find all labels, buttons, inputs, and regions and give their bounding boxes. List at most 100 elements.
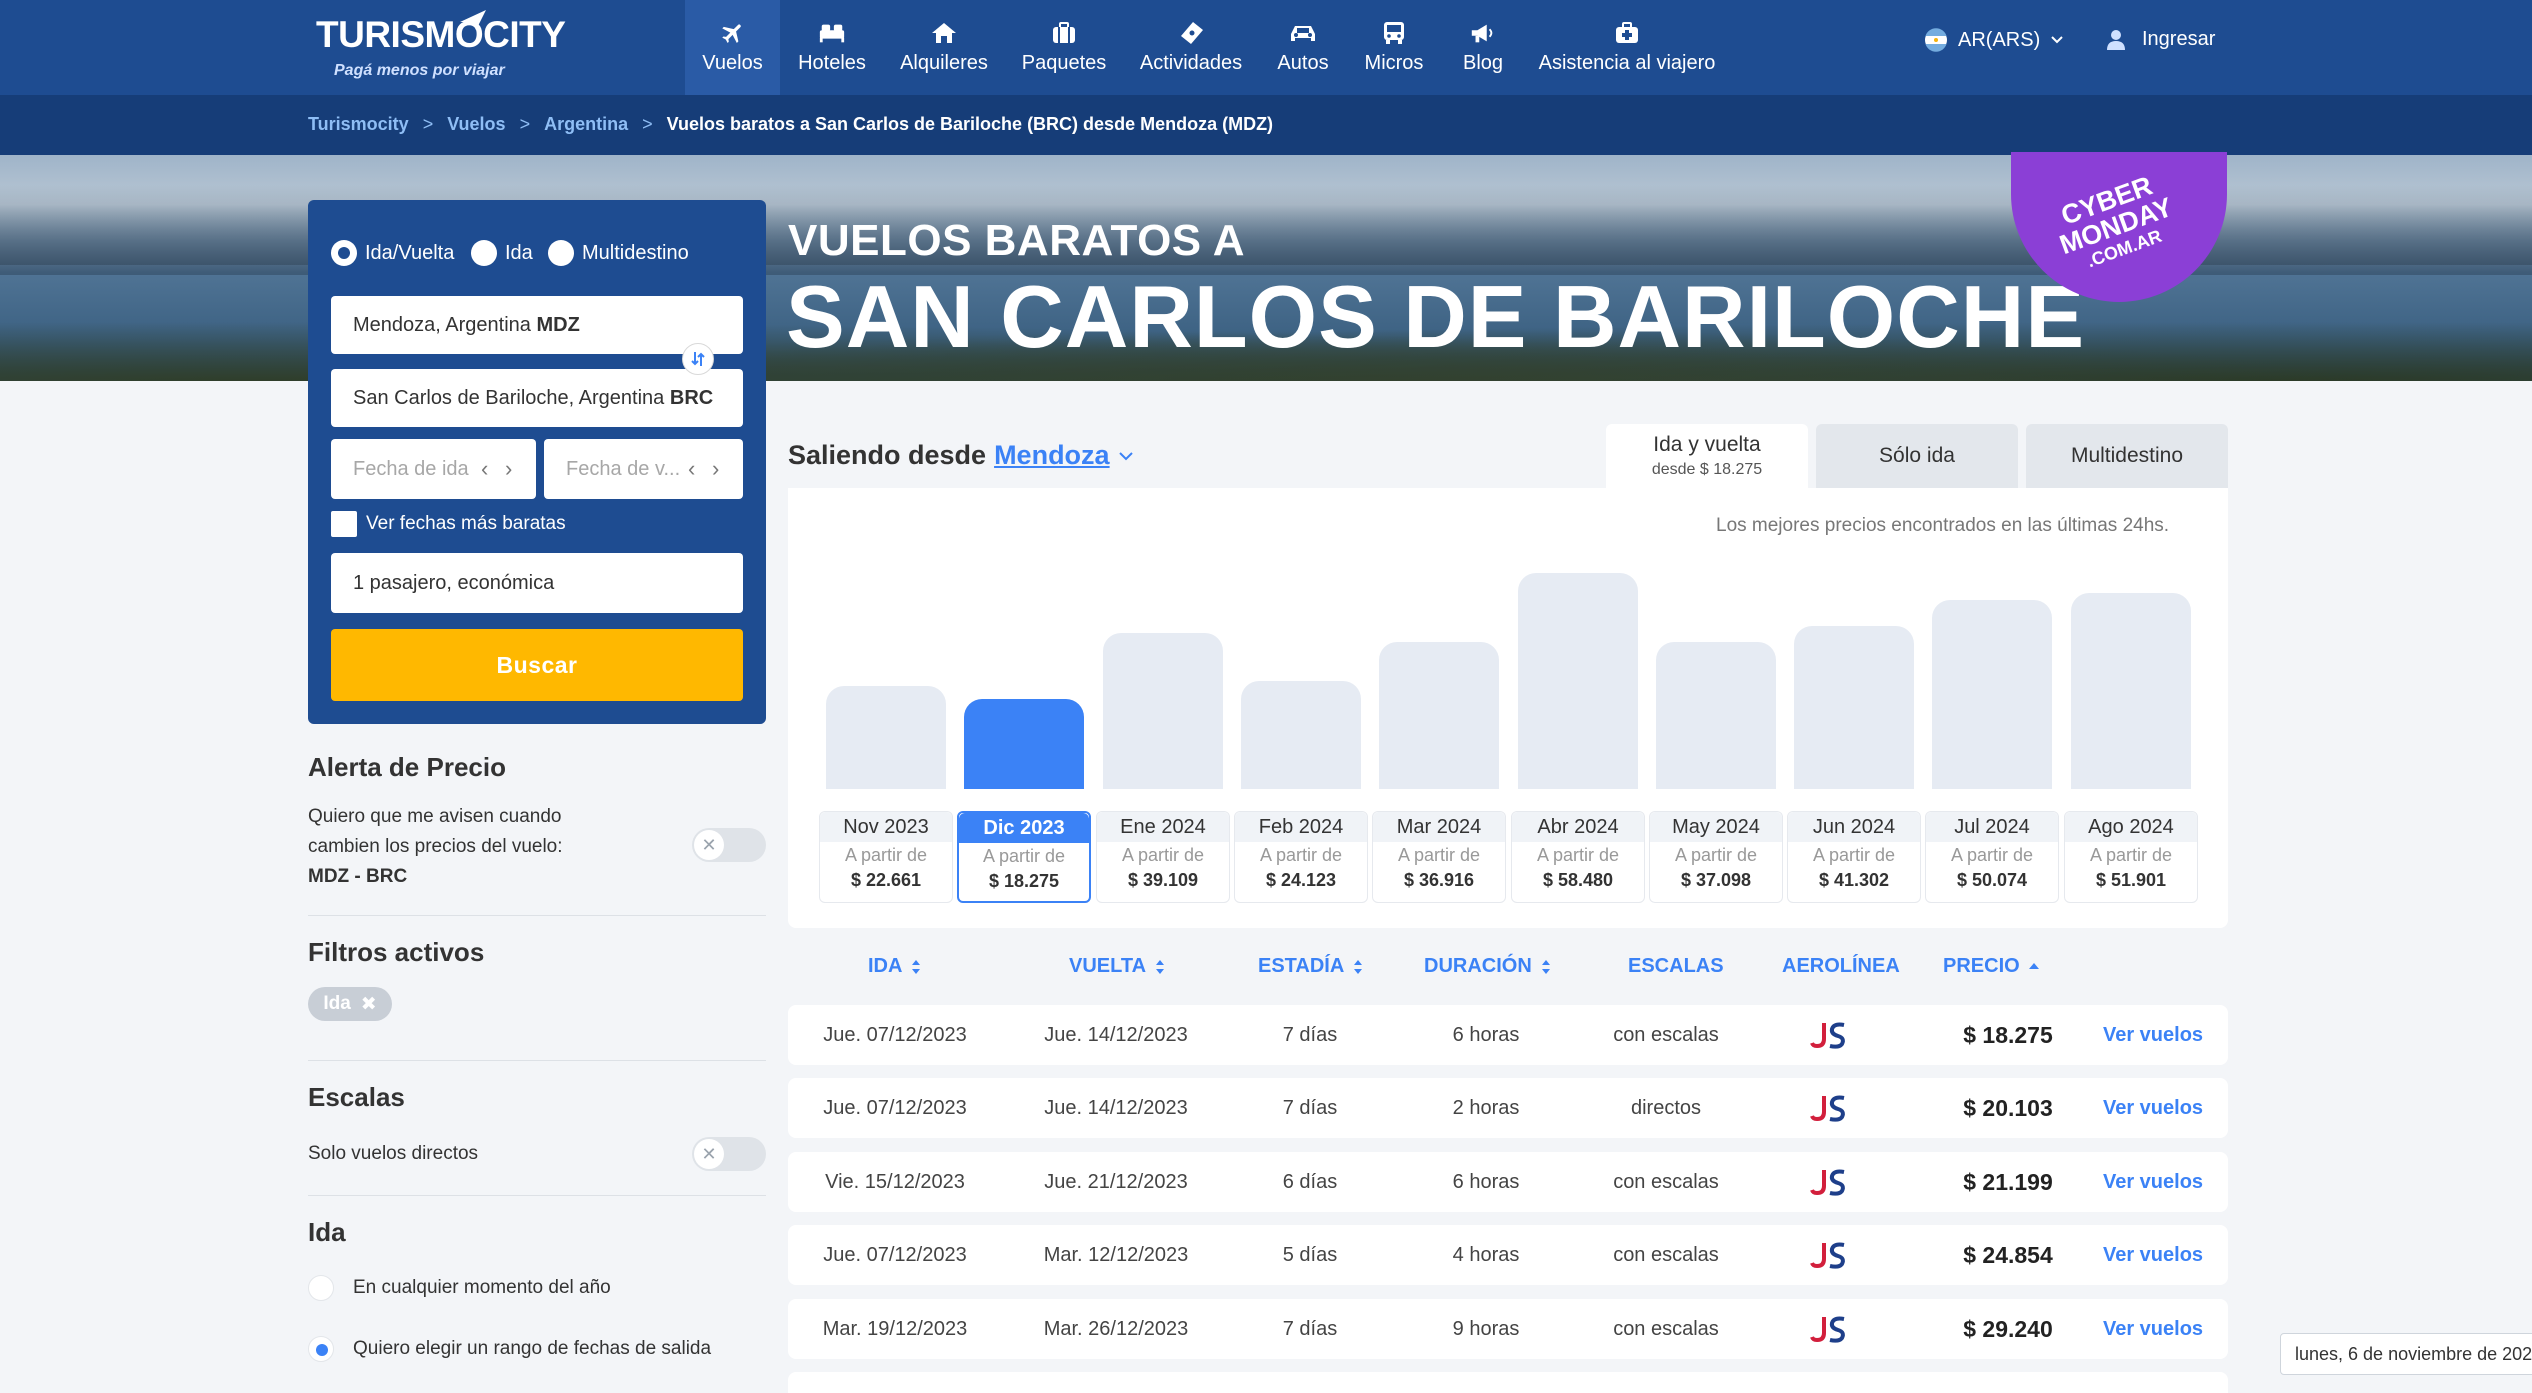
breadcrumb-separator: > (642, 114, 653, 134)
medical-kit-icon (1613, 20, 1641, 46)
col-duracion[interactable]: DURACIÓN (1424, 955, 1552, 978)
col-aerolinea[interactable]: AEROLÍNEA (1782, 955, 1900, 978)
ida-range-radio[interactable] (308, 1336, 334, 1362)
trip-type-roundtrip[interactable]: Ida/Vuelta (331, 240, 454, 266)
trip-type-multi[interactable]: Multidestino (548, 240, 689, 266)
from-label: A partir de (1259, 845, 1343, 865)
close-icon[interactable]: ✖ (361, 993, 377, 1016)
result-row[interactable]: Mar. 19/12/2023 Mar. 26/12/2023 7 días 9 ho… (788, 1299, 2228, 1359)
nav-micros[interactable]: Micros (1358, 0, 1430, 95)
cheap-dates-checkbox[interactable] (331, 511, 357, 537)
turismocity-logo[interactable]: TURISMOCITY Pagá menos por viajar (316, 10, 566, 82)
price-bar[interactable] (2071, 593, 2191, 789)
destination-field[interactable]: San Carlos de Bariloche, Argentina BRC (331, 369, 743, 427)
plane-icon (719, 20, 747, 46)
month-tile[interactable]: Abr 2024 A partir de $ 58.480 (1511, 811, 1645, 903)
month-label: Mar 2024 (1373, 812, 1505, 842)
date-back-field[interactable]: Fecha de v... ‹ › (544, 439, 743, 499)
price-bar[interactable] (1241, 681, 1361, 789)
ver-vuelos-link[interactable]: Ver vuelos (2088, 1225, 2218, 1285)
ida-any-radio[interactable] (308, 1275, 334, 1301)
leaving-city-dropdown[interactable]: Mendoza (994, 440, 1110, 471)
date-out-field[interactable]: Fecha de ida ‹ › (331, 439, 536, 499)
ver-vuelos-link[interactable]: Ver vuelos (2088, 1005, 2218, 1065)
chevron-left-icon[interactable]: ‹ (481, 439, 488, 499)
result-row[interactable]: Jue. 07/12/2023 Jue. 14/12/2023 7 días 6 ho… (788, 1005, 2228, 1065)
radio-label: Ida (505, 241, 533, 264)
search-button[interactable]: Buscar (331, 629, 743, 701)
breadcrumb-link-turismocity[interactable]: Turismocity (308, 114, 409, 135)
price-bar[interactable] (1379, 642, 1499, 789)
nav-actividades[interactable]: Actividades (1132, 0, 1250, 95)
ver-vuelos-link[interactable]: Ver vuelos (2088, 1078, 2218, 1138)
cell-escalas: con escalas (1613, 1024, 1719, 1046)
price-alert-route: MDZ - BRC (308, 866, 408, 887)
nav-autos[interactable]: Autos (1268, 0, 1338, 95)
col-escalas[interactable]: ESCALAS (1628, 955, 1724, 978)
passengers-field[interactable]: 1 pasajero, económica (331, 553, 743, 613)
price-bar[interactable] (964, 699, 1084, 789)
month-label: Ago 2024 (2065, 812, 2197, 842)
currency-selector[interactable]: AR(ARS) (1924, 28, 2064, 52)
direct-flights-toggle[interactable]: ✕ (692, 1137, 766, 1171)
origin-field[interactable]: Mendoza, Argentina MDZ (331, 296, 743, 354)
month-price: $ 58.480 (1542, 870, 1614, 890)
trip-type-oneway[interactable]: Ida (471, 240, 533, 266)
result-row[interactable] (788, 1372, 2228, 1393)
col-precio[interactable]: PRECIO (1943, 955, 2040, 978)
col-vuelta[interactable]: VUELTA (1069, 955, 1166, 978)
date-tooltip: lunes, 6 de noviembre de 2023 (2280, 1333, 2532, 1375)
cell-vuelta: Mar. 26/12/2023 (1043, 1318, 1189, 1340)
month-tile[interactable]: Mar 2024 A partir de $ 36.916 (1372, 811, 1506, 903)
price-alert-toggle[interactable]: ✕ (692, 828, 766, 862)
nav-blog[interactable]: Blog (1446, 0, 1520, 95)
chevron-right-icon[interactable]: › (505, 439, 512, 499)
price-bar[interactable] (1932, 600, 2052, 789)
ver-vuelos-link[interactable]: Ver vuelos (2088, 1152, 2218, 1212)
cell-precio: $ 24.854 (1963, 1242, 2053, 1268)
nav-asistencia[interactable]: Asistencia al viajero (1532, 0, 1722, 95)
nav-vuelos[interactable]: Vuelos (685, 0, 780, 95)
tab-roundtrip[interactable]: Ida y vuelta desde $ 18.275 (1606, 424, 1808, 488)
price-bar[interactable] (1656, 642, 1776, 789)
tab-oneway[interactable]: Sólo ida (1816, 424, 2018, 488)
nav-paquetes[interactable]: Paquetes (1016, 0, 1112, 95)
month-tile[interactable]: Jun 2024 A partir de $ 41.302 (1787, 811, 1921, 903)
jetsmart-logo-icon (1810, 1022, 1845, 1049)
price-bar[interactable] (1518, 573, 1638, 789)
price-bar[interactable] (1103, 633, 1223, 789)
nav-alquileres[interactable]: Alquileres (892, 0, 996, 95)
chevron-left-icon[interactable]: ‹ (688, 439, 695, 499)
month-tile[interactable]: Ago 2024 A partir de $ 51.901 (2064, 811, 2198, 903)
price-bar[interactable] (826, 686, 946, 789)
price-bar[interactable] (1794, 626, 1914, 789)
nav-hoteles[interactable]: Hoteles (786, 0, 878, 95)
logo-wordmark: TURISMOCITY (316, 14, 566, 55)
result-row[interactable]: Vie. 15/12/2023 Jue. 21/12/2023 6 días 6 ho… (788, 1152, 2228, 1212)
col-estadia[interactable]: ESTADÍA (1258, 955, 1364, 978)
divider (308, 915, 766, 916)
chevron-down-icon[interactable] (1118, 450, 1134, 462)
month-tile[interactable]: Jul 2024 A partir de $ 50.074 (1925, 811, 2059, 903)
result-row[interactable]: Jue. 07/12/2023 Mar. 12/12/2023 5 días 4 ho… (788, 1225, 2228, 1285)
month-tile[interactable]: Nov 2023 A partir de $ 22.661 (819, 811, 953, 903)
month-tile[interactable]: May 2024 A partir de $ 37.098 (1649, 811, 1783, 903)
chevron-right-icon[interactable]: › (712, 439, 719, 499)
sort-icon (912, 959, 921, 974)
month-tile[interactable]: Ene 2024 A partir de $ 39.109 (1096, 811, 1230, 903)
login-button[interactable]: Ingresar (2106, 28, 2215, 51)
best-prices-note: Los mejores precios encontrados en las ú… (1716, 515, 2170, 536)
month-label: Dic 2023 (959, 813, 1089, 843)
megaphone-icon (1469, 20, 1497, 46)
ver-vuelos-link[interactable]: Ver vuelos (2088, 1299, 2218, 1359)
result-row[interactable]: Jue. 07/12/2023 Jue. 14/12/2023 7 días 2 ho… (788, 1078, 2228, 1138)
breadcrumb-link-argentina[interactable]: Argentina (544, 114, 628, 135)
col-ida[interactable]: IDA (868, 955, 922, 978)
month-tile[interactable]: Feb 2024 A partir de $ 24.123 (1234, 811, 1368, 903)
ida-title: Ida (308, 1217, 346, 1247)
tab-multidestino[interactable]: Multidestino (2026, 424, 2228, 488)
active-filter-chip[interactable]: Ida ✖ (308, 987, 392, 1021)
breadcrumb-link-vuelos[interactable]: Vuelos (447, 114, 505, 135)
month-tile[interactable]: Dic 2023 A partir de $ 18.275 (957, 811, 1091, 903)
swap-route-button[interactable] (682, 343, 714, 375)
